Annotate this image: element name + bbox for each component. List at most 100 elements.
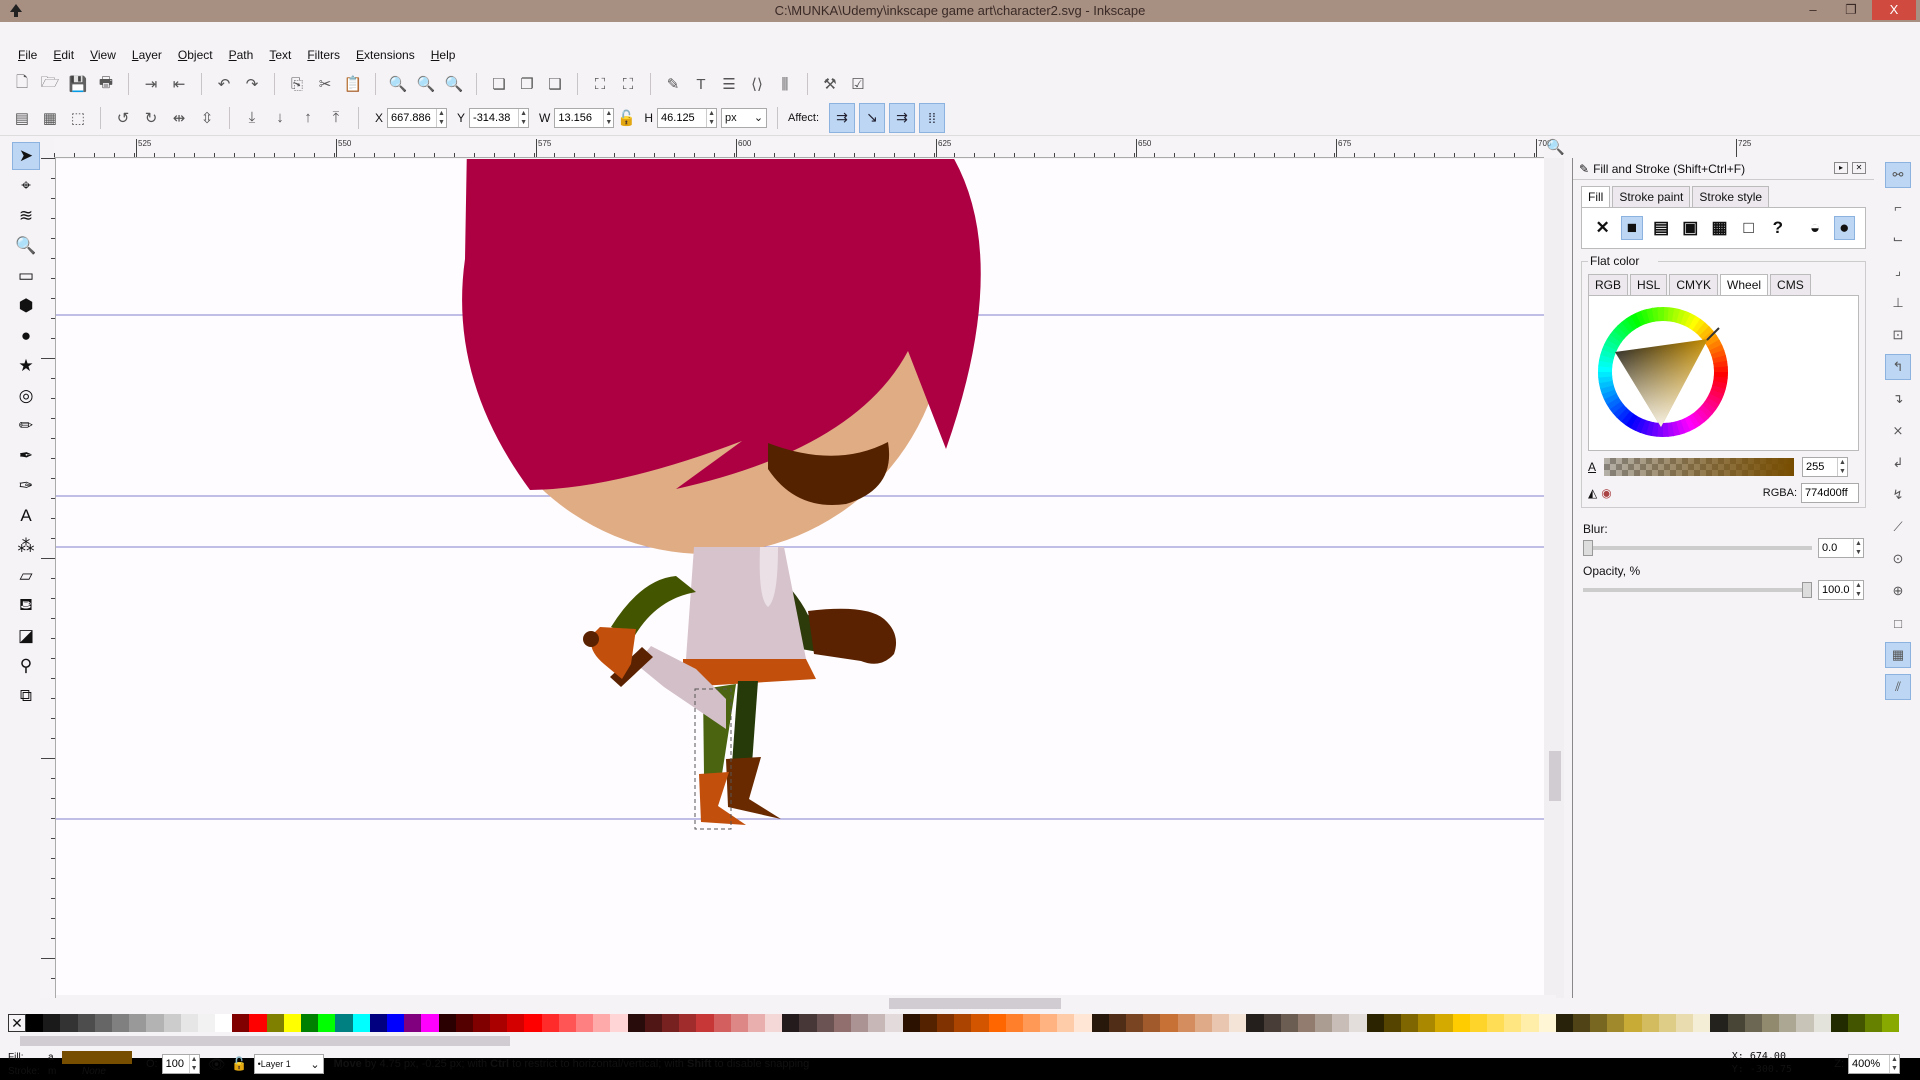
h-input[interactable] xyxy=(658,111,707,124)
raise-to-top-icon[interactable]: ⤒ xyxy=(324,106,348,130)
palette-swatch[interactable] xyxy=(490,1014,508,1032)
palette-swatch[interactable] xyxy=(765,1014,783,1032)
menu-file[interactable]: File xyxy=(10,48,45,62)
palette-swatch[interactable] xyxy=(1418,1014,1436,1032)
group-icon[interactable]: ⛶ xyxy=(588,72,612,96)
minimize-button[interactable]: – xyxy=(1796,0,1830,20)
vertical-ruler[interactable] xyxy=(40,158,56,998)
flip-vertical-icon[interactable]: ⇳ xyxy=(195,106,219,130)
flat-color-icon[interactable]: ■ xyxy=(1621,216,1643,240)
palette-swatch[interactable] xyxy=(1658,1014,1676,1032)
palette-swatch[interactable] xyxy=(1761,1014,1780,1032)
snap-nodes-icon[interactable]: ↰ xyxy=(1885,354,1911,380)
palette-swatch[interactable] xyxy=(799,1014,817,1032)
clone-icon[interactable]: ❐ xyxy=(515,72,539,96)
print-icon[interactable]: 🖶 xyxy=(94,72,118,96)
color-wheel[interactable] xyxy=(1593,302,1733,442)
unit-select[interactable]: px ⌄ xyxy=(721,107,768,128)
menu-object[interactable]: Object xyxy=(170,48,221,62)
rotate-cw-icon[interactable]: ↻ xyxy=(139,106,163,130)
text-font-icon[interactable]: T xyxy=(689,72,713,96)
maximize-button[interactable]: ❐ xyxy=(1834,0,1868,20)
import-icon[interactable]: ⇥ xyxy=(139,72,163,96)
pen-tool[interactable]: ✒ xyxy=(12,442,40,470)
connector-tool[interactable]: ⧉ xyxy=(12,682,40,710)
palette-swatch[interactable] xyxy=(1040,1014,1058,1032)
new-icon[interactable]: 🗋 xyxy=(10,72,34,96)
snap-paths-icon[interactable]: ↴ xyxy=(1885,386,1911,412)
zoom-tool[interactable]: 🔍 xyxy=(12,232,40,260)
palette-swatch[interactable] xyxy=(713,1014,731,1032)
fill-rule-evenodd-icon[interactable]: ◒ xyxy=(1804,216,1825,240)
preferences-icon[interactable]: ⚒ xyxy=(818,72,842,96)
raise-icon[interactable]: ↑ xyxy=(296,106,320,130)
palette-swatch[interactable] xyxy=(541,1014,559,1032)
palette-swatch[interactable] xyxy=(77,1014,95,1032)
palette-swatch[interactable] xyxy=(1486,1014,1505,1032)
sword-pommel[interactable] xyxy=(583,631,599,647)
palette-swatch[interactable] xyxy=(868,1014,886,1032)
palette-swatch[interactable] xyxy=(60,1014,78,1032)
palette-swatch[interactable] xyxy=(1091,1014,1109,1032)
palette-swatch[interactable] xyxy=(851,1014,869,1032)
zoom-input[interactable] xyxy=(1849,1058,1889,1070)
pencil-tool[interactable]: ✏ xyxy=(12,412,40,440)
menu-filters[interactable]: Filters xyxy=(299,48,348,62)
zoom-correction-icon[interactable]: 🔍 xyxy=(1546,138,1565,156)
alpha-input[interactable] xyxy=(1803,461,1838,473)
palette-swatch[interactable] xyxy=(163,1014,181,1032)
palette-swatch[interactable] xyxy=(26,1014,44,1032)
palette-swatch[interactable] xyxy=(507,1014,525,1032)
blur-slider[interactable] xyxy=(1583,540,1593,556)
duplicate-icon[interactable]: ❏ xyxy=(487,72,511,96)
palette-swatch[interactable] xyxy=(1521,1014,1539,1032)
scale-corners-toggle[interactable]: ↘ xyxy=(859,102,886,133)
layers-icon[interactable]: ☰ xyxy=(717,72,741,96)
select-all-icon[interactable]: ▤ xyxy=(10,106,34,130)
redo-icon[interactable]: ↷ xyxy=(240,72,264,96)
back-leg[interactable] xyxy=(732,681,758,764)
character-drawing[interactable] xyxy=(462,159,981,830)
palette-swatch[interactable] xyxy=(679,1014,697,1032)
unlink-clone-icon[interactable]: ❑ xyxy=(543,72,567,96)
palette-swatch[interactable] xyxy=(885,1014,903,1032)
palette-swatch[interactable] xyxy=(627,1014,645,1032)
palette-swatch[interactable] xyxy=(197,1014,216,1032)
palette-swatch[interactable] xyxy=(1435,1014,1453,1032)
back-boot[interactable] xyxy=(726,757,781,819)
gradient-tool[interactable]: ◪ xyxy=(12,622,40,650)
xml-editor-icon[interactable]: ⟨⟩ xyxy=(745,72,769,96)
palette-swatch[interactable] xyxy=(43,1014,61,1032)
tab-wheel[interactable]: Wheel xyxy=(1720,274,1769,295)
palette-swatch[interactable] xyxy=(696,1014,714,1032)
x-spinner[interactable]: ▲ ▼ xyxy=(436,108,446,127)
palette-swatch[interactable] xyxy=(644,1014,662,1032)
palette-swatch[interactable] xyxy=(1744,1014,1762,1032)
opacity-input[interactable] xyxy=(1819,584,1853,596)
layer-lock-icon[interactable]: 🔓 xyxy=(231,1056,247,1072)
h-spinner[interactable]: ▲ ▼ xyxy=(706,108,716,127)
palette-swatch[interactable] xyxy=(730,1014,748,1032)
document-properties-icon[interactable]: ☑ xyxy=(846,72,870,96)
palette-swatch[interactable] xyxy=(593,1014,611,1032)
palette-swatch[interactable] xyxy=(1005,1014,1023,1032)
dialog-close-button[interactable]: ✕ xyxy=(1852,162,1866,174)
horizontal-ruler[interactable]: 5255505756006256506757007257507758008258… xyxy=(54,138,1751,158)
palette-swatch[interactable] xyxy=(1590,1014,1608,1032)
snap-grid-icon[interactable]: ▦ xyxy=(1885,642,1911,668)
radial-gradient-icon[interactable]: ▣ xyxy=(1680,216,1701,240)
palette-swatch[interactable] xyxy=(1727,1014,1745,1032)
snap-cusp-icon[interactable]: ↲ xyxy=(1885,450,1911,476)
palette-swatch[interactable] xyxy=(1229,1014,1247,1032)
palette-swatch[interactable] xyxy=(1796,1014,1814,1032)
palette-swatch[interactable] xyxy=(661,1014,680,1032)
snap-intersections-icon[interactable]: ⨯ xyxy=(1885,418,1911,444)
flip-horizontal-icon[interactable]: ⇹ xyxy=(167,106,191,130)
y-input[interactable] xyxy=(470,111,519,124)
tab-stroke-paint[interactable]: Stroke paint xyxy=(1612,186,1691,207)
menu-edit[interactable]: Edit xyxy=(45,48,82,62)
vertical-scrollbar[interactable] xyxy=(1544,158,1564,998)
select-all-layers-icon[interactable]: ▦ xyxy=(38,106,62,130)
palette-swatch[interactable] xyxy=(94,1014,112,1032)
blur-spinner[interactable]: ▲ ▼ xyxy=(1853,539,1863,557)
